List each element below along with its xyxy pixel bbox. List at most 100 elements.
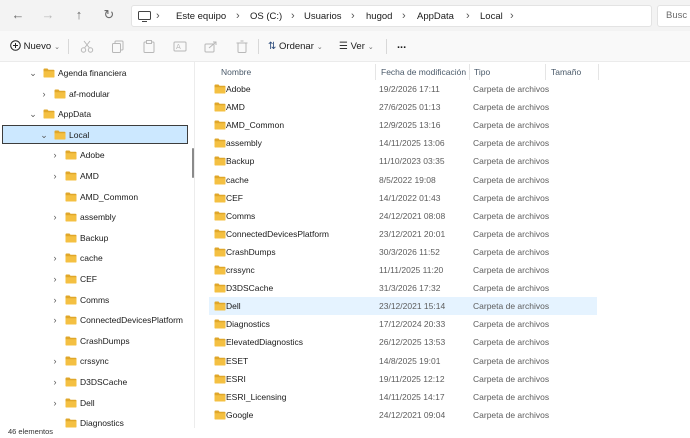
view-button[interactable]: ☰ Ver ⌄ <box>339 31 374 62</box>
chevron-right-icon[interactable]: › <box>50 248 60 268</box>
delete-icon[interactable] <box>235 40 249 53</box>
chevron-down-icon[interactable]: ⌄ <box>28 63 38 83</box>
table-row[interactable]: assembly 14/11/2025 13:06 Carpeta de archi… <box>209 134 597 152</box>
nav-tree-item[interactable]: › crssync <box>0 351 190 371</box>
breadcrumb-item[interactable]: Usuarios <box>304 6 342 28</box>
chevron-right-icon[interactable]: › <box>50 207 60 227</box>
refresh-icon[interactable]: ↻ <box>101 7 117 23</box>
chevron-right-icon[interactable]: › <box>50 310 60 330</box>
chevron-right-icon[interactable]: › <box>39 84 49 104</box>
file-type: Carpeta de archivos <box>473 409 550 420</box>
column-divider[interactable] <box>375 64 376 80</box>
toolbar-divider <box>386 39 387 54</box>
column-header-type[interactable]: Tipo <box>474 64 490 80</box>
folder-icon <box>214 193 226 203</box>
breadcrumb-item[interactable]: AppData <box>417 6 454 28</box>
nav-tree-item[interactable]: › Adobe <box>0 145 190 165</box>
folder-icon <box>65 356 77 366</box>
table-row[interactable]: Adobe 19/2/2026 17:11 Carpeta de archivos <box>209 80 597 98</box>
column-header-size[interactable]: Tamaño <box>551 64 581 80</box>
chevron-right-icon[interactable]: › <box>50 166 60 186</box>
rename-icon[interactable]: A <box>173 40 187 53</box>
table-row[interactable]: D3DSCache 31/3/2026 17:32 Carpeta de archi… <box>209 279 597 297</box>
folder-icon <box>214 156 226 166</box>
table-row[interactable]: AMD 27/6/2025 01:13 Carpeta de archivos <box>209 98 597 116</box>
file-name: Comms <box>226 210 256 221</box>
file-name: CrashDumps <box>226 246 276 257</box>
table-row[interactable]: ESRI_Licensing 14/11/2025 14:17 Carpeta de… <box>209 388 597 406</box>
table-row[interactable]: ESET 14/8/2025 19:01 Carpeta de archivos <box>209 352 597 370</box>
nav-tree-item[interactable]: AMD_Common <box>0 187 190 207</box>
folder-icon <box>54 130 66 140</box>
column-divider[interactable] <box>469 64 470 80</box>
sort-button[interactable]: ⇅ Ordenar ⌄ <box>268 31 323 62</box>
file-name: ESRI <box>226 373 246 384</box>
nav-tree-item[interactable]: › assembly <box>0 207 190 227</box>
back-arrow-icon[interactable]: ← <box>10 7 26 23</box>
table-row[interactable]: ElevatedDiagnostics 26/12/2025 13:53 Carpe… <box>209 333 597 351</box>
chevron-right-icon[interactable]: › <box>50 351 60 371</box>
nav-tree-item[interactable]: › D3DSCache <box>0 372 190 392</box>
column-header-name[interactable]: Nombre <box>221 64 251 80</box>
file-name: ElevatedDiagnostics <box>226 337 304 348</box>
sort-button-label: Ordenar <box>279 41 314 52</box>
table-row[interactable]: ConnectedDevicesPlatform 23/12/2021 20:01… <box>209 225 597 243</box>
breadcrumb-item[interactable]: Local <box>480 6 503 28</box>
forward-arrow-icon[interactable]: → <box>40 7 56 23</box>
table-row[interactable]: Diagnostics 17/12/2024 20:33 Carpeta de ar… <box>209 315 597 333</box>
chevron-right-icon[interactable]: › <box>50 372 60 392</box>
table-row[interactable]: ESRI 19/11/2025 12:12 Carpeta de archivos <box>209 370 597 388</box>
table-row[interactable]: Google 24/12/2021 09:04 Carpeta de archivo… <box>209 406 597 424</box>
new-button[interactable]: Nuevo ⌄ <box>10 31 60 62</box>
paste-icon[interactable] <box>142 40 156 53</box>
column-header-date[interactable]: Fecha de modificación <box>381 64 466 80</box>
share-icon[interactable] <box>204 40 218 53</box>
nav-tree-item[interactable]: › Comms <box>0 290 190 310</box>
nav-tree-item[interactable]: › ConnectedDevicesPlatform <box>0 310 190 330</box>
nav-tree-item[interactable]: Diagnostics <box>0 413 190 428</box>
chevron-right-icon[interactable]: › <box>50 393 60 413</box>
chevron-down-icon[interactable]: ⌄ <box>39 125 49 145</box>
breadcrumb-item[interactable]: OS (C:) <box>250 6 282 28</box>
more-options-button[interactable]: ... <box>397 31 406 62</box>
column-divider[interactable] <box>598 64 599 80</box>
table-row[interactable]: cache 8/5/2022 19:08 Carpeta de archivos <box>209 171 597 189</box>
table-row[interactable]: CrashDumps 30/3/2026 11:52 Carpeta de arch… <box>209 243 597 261</box>
status-bar: 46 elementos <box>0 427 690 438</box>
nav-tree-item[interactable]: CrashDumps <box>0 331 190 351</box>
column-divider[interactable] <box>545 64 546 80</box>
chevron-right-icon[interactable]: › <box>50 145 60 165</box>
chevron-down-icon[interactable]: ⌄ <box>28 104 38 124</box>
navigation-pane: ⌄ Agenda financiera › af-modular ⌄ AppData ⌄ Lo… <box>0 62 195 428</box>
table-row[interactable]: CEF 14/1/2022 01:43 Carpeta de archivos <box>209 189 597 207</box>
nav-tree-item[interactable]: ⌄ Agenda financiera <box>0 63 190 83</box>
table-row[interactable]: Backup 11/10/2023 03:35 Carpeta de archivo… <box>209 152 597 170</box>
chevron-down-icon: ⌄ <box>54 44 60 51</box>
cut-icon[interactable] <box>80 40 94 53</box>
breadcrumb[interactable]: › Este equipo › OS (C:) › Usuarios › hug… <box>131 5 652 27</box>
chevron-right-icon[interactable]: › <box>50 290 60 310</box>
folder-icon <box>43 68 55 78</box>
copy-icon[interactable] <box>111 40 125 53</box>
nav-tree-item[interactable]: Backup <box>0 228 190 248</box>
nav-tree-item[interactable]: › CEF <box>0 269 190 289</box>
breadcrumb-item[interactable]: hugod <box>366 6 392 28</box>
nav-scrollbar-thumb[interactable] <box>192 148 194 178</box>
file-type: Carpeta de archivos <box>473 355 550 366</box>
nav-tree-item[interactable]: ⌄ AppData <box>0 104 190 124</box>
nav-tree-item[interactable]: › AMD <box>0 166 190 186</box>
breadcrumb-item[interactable]: Este equipo <box>176 6 226 28</box>
table-row[interactable]: Dell 23/12/2021 15:14 Carpeta de archivos <box>209 297 597 316</box>
nav-tree-item[interactable]: › Dell <box>0 393 190 413</box>
file-type: Carpeta de archivos <box>473 192 550 203</box>
table-row[interactable]: AMD_Common 12/9/2025 13:16 Carpeta de arch… <box>209 116 597 134</box>
chevron-right-icon[interactable]: › <box>50 269 60 289</box>
nav-tree-item[interactable]: › cache <box>0 248 190 268</box>
breadcrumb-separator-icon: › <box>291 10 295 22</box>
nav-tree-item[interactable]: ⌄ Local <box>0 125 190 145</box>
up-arrow-icon[interactable]: ↑ <box>71 7 87 23</box>
table-row[interactable]: crssync 11/11/2025 11:20 Carpeta de archiv… <box>209 261 597 279</box>
table-row[interactable]: Comms 24/12/2021 08:08 Carpeta de archivos <box>209 207 597 225</box>
nav-tree-item[interactable]: › af-modular <box>0 84 190 104</box>
search-input[interactable]: Busc <box>657 5 690 27</box>
